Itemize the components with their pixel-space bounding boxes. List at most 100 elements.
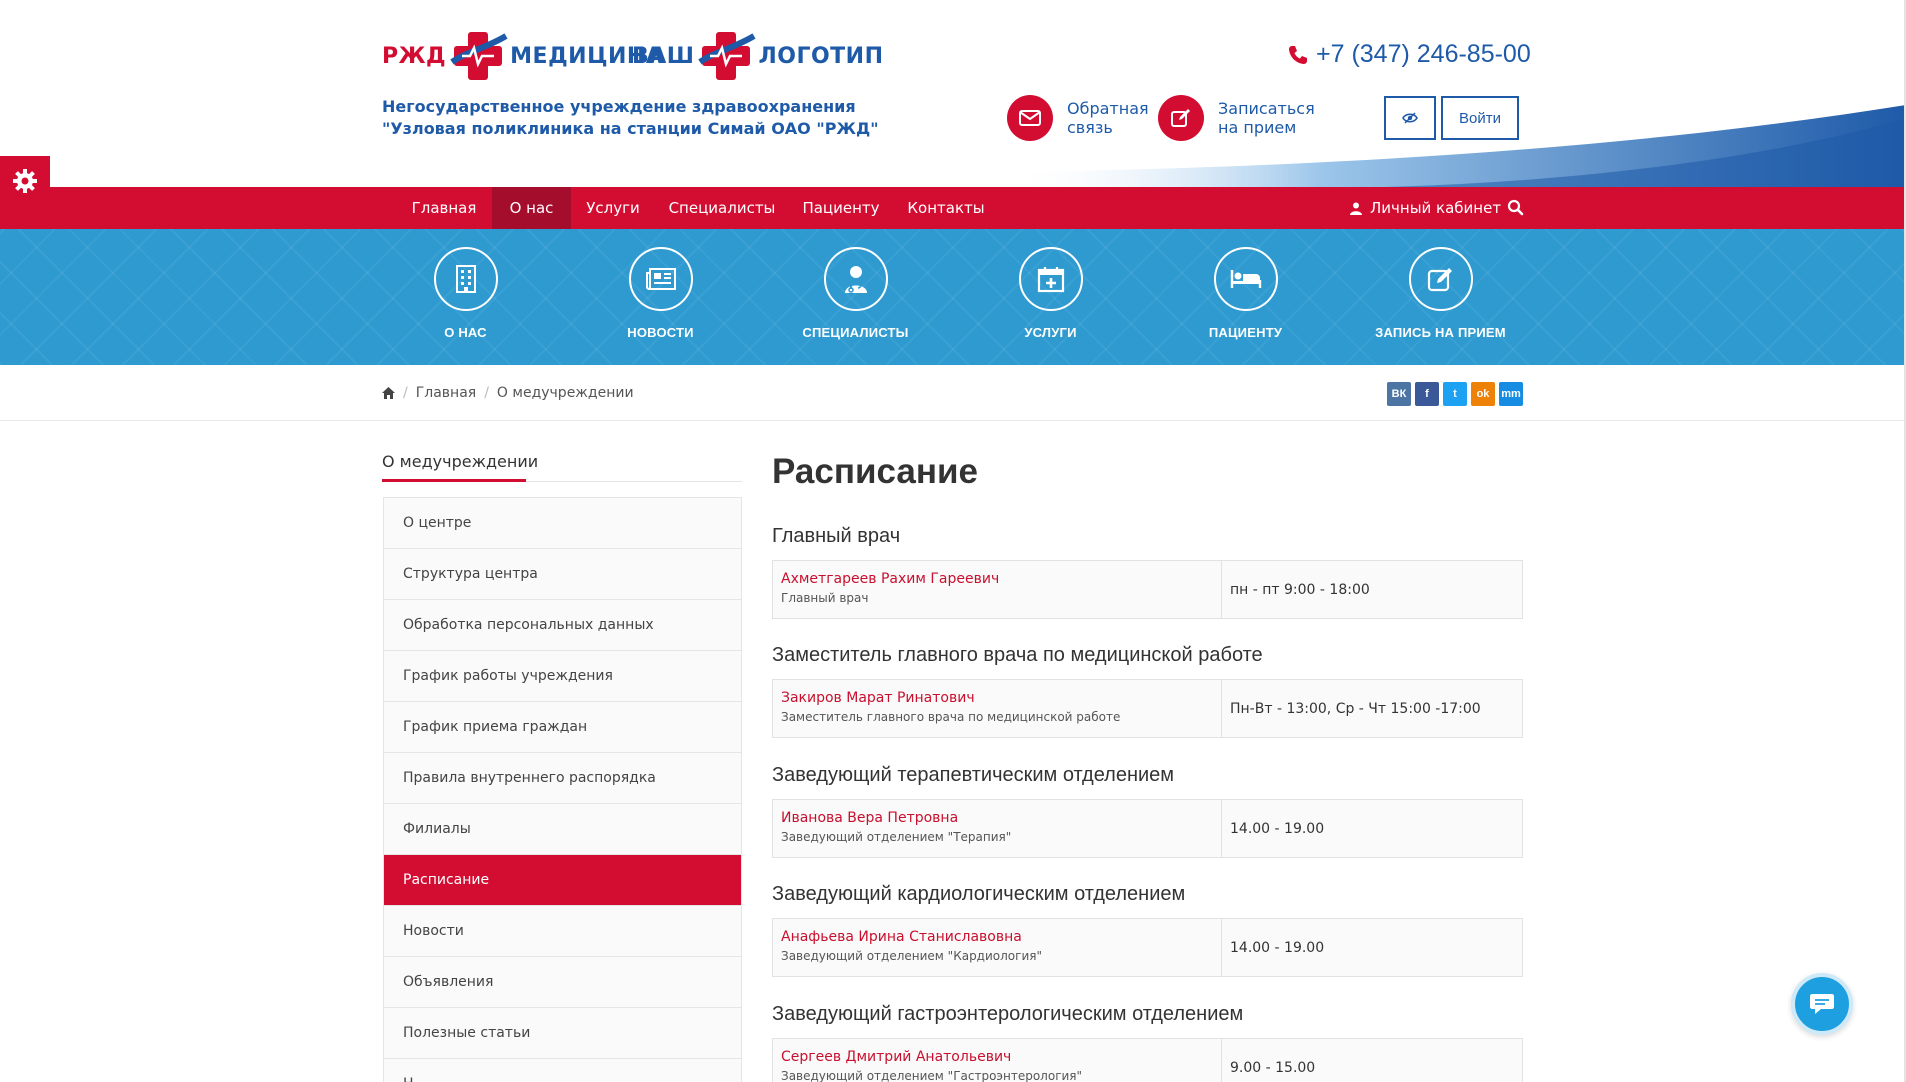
schedule-time: 14.00 - 19.00	[1230, 820, 1325, 837]
organization-name: Негосударственное учреждение здравоохран…	[382, 97, 879, 138]
person-cell: Иванова Вера Петровна Заведующий отделен…	[773, 800, 1222, 857]
schedule-section: Главный врач Ахметгареев Рахим Гареевич …	[772, 522, 1523, 619]
table-row: Сергеев Дмитрий Анатольевич Заведующий о…	[772, 1038, 1523, 1082]
sidebar-item-structure[interactable]: Структура центра	[384, 549, 741, 600]
sidebar-item-about-center[interactable]: О центре	[384, 498, 741, 549]
chat-widget-button[interactable]	[1791, 973, 1853, 1035]
sidebar-item-more[interactable]: Н	[384, 1059, 741, 1082]
schedule-time: 14.00 - 19.00	[1230, 939, 1325, 956]
login-button[interactable]: Войти	[1441, 96, 1519, 140]
table-row: Закиров Марат Ринатович Заместитель глав…	[772, 679, 1523, 738]
sidebar-item-branches[interactable]: Филиалы	[384, 804, 741, 855]
sidebar-item-articles[interactable]: Полезные статьи	[384, 1008, 741, 1059]
page-title: Расписание	[772, 452, 978, 491]
breadcrumb-separator: /	[484, 385, 489, 401]
rzd-medicine-logo[interactable]: РЖД МЕДИЦИНА	[382, 26, 663, 86]
logo2-text-left: ВАШ	[632, 43, 695, 69]
building-icon	[433, 247, 498, 311]
eye-icon	[1402, 112, 1418, 124]
person-cell: Сергеев Дмитрий Анатольевич Заведующий о…	[773, 1039, 1222, 1082]
header-swoosh-decoration	[1006, 105, 1906, 187]
vk-share-icon[interactable]: ВК	[1387, 382, 1411, 406]
quick-link-label: ЗАПИСЬ НА ПРИЕМ	[1375, 325, 1506, 340]
edit-icon	[1408, 247, 1473, 311]
section-heading: Заведующий гастроэнтерологическим отделе…	[772, 1003, 1244, 1025]
calendar-plus-icon	[1018, 247, 1083, 311]
sidebar-item-announcements[interactable]: Объявления	[384, 957, 741, 1008]
sidebar-item-reception-schedule[interactable]: График приема граждан	[384, 702, 741, 753]
schedule-time: Пн-Вт - 13:00, Ср - Чт 15:00 -17:00	[1230, 700, 1481, 717]
table-row: Ахметгареев Рахим Гареевич Главный врач …	[772, 560, 1523, 619]
odnoklassniki-share-icon[interactable]: ok	[1471, 382, 1495, 406]
sidebar-item-work-schedule[interactable]: График работы учреждения	[384, 651, 741, 702]
quick-link-patient[interactable]: ПАЦИЕНТУ	[1148, 247, 1343, 340]
envelope-icon	[1007, 95, 1053, 141]
breadcrumb: / Главная / О медучреждении	[382, 365, 634, 421]
sidebar-title: О медучреждении	[382, 452, 539, 471]
phone-icon	[1289, 45, 1307, 64]
doctor-icon	[823, 247, 888, 311]
quick-link-label: УСЛУГИ	[1024, 325, 1077, 340]
nav-item-patient[interactable]: Пациенту	[794, 187, 888, 229]
doctor-name-link[interactable]: Ахметгареев Рахим Гареевич	[781, 570, 1213, 588]
sidebar-item-internal-rules[interactable]: Правила внутреннего распорядка	[384, 753, 741, 804]
logo2-text-right: ЛОГОТИП	[758, 43, 884, 69]
edit-icon	[1158, 95, 1204, 141]
doctor-name-link[interactable]: Закиров Марат Ринатович	[781, 689, 1213, 707]
section-heading: Заведующий кардиологическим отделением	[772, 883, 1186, 905]
sidebar-item-schedule[interactable]: Расписание	[384, 855, 741, 906]
quick-link-about[interactable]: О НАС	[368, 247, 563, 340]
breadcrumb-current: О медучреждении	[496, 385, 634, 401]
quick-link-label: СПЕЦИАЛИСТЫ	[802, 325, 909, 340]
social-share-buttons: ВК f t ok mm	[1387, 382, 1523, 406]
quick-link-label: НОВОСТИ	[627, 325, 694, 340]
person-cell: Ахметгареев Рахим Гареевич Главный врач	[773, 561, 1222, 618]
table-row: Иванова Вера Петровна Заведующий отделен…	[772, 799, 1523, 858]
doctor-position: Главный врач	[781, 591, 869, 605]
breadcrumb-home-link[interactable]: Главная	[416, 385, 476, 401]
nav-item-services[interactable]: Услуги	[576, 187, 650, 229]
nav-item-contacts[interactable]: Контакты	[893, 187, 999, 229]
sidebar-item-personal-data[interactable]: Обработка персональных данных	[384, 600, 741, 651]
logo-text-left: РЖД	[382, 43, 447, 69]
quick-link-specialists[interactable]: СПЕЦИАЛИСТЫ	[758, 247, 953, 340]
moimir-share-icon[interactable]: mm	[1499, 382, 1523, 406]
your-logo-placeholder[interactable]: ВАШ ЛОГОТИП	[632, 26, 884, 86]
search-icon[interactable]	[1506, 198, 1526, 218]
quick-link-services[interactable]: УСЛУГИ	[953, 247, 1148, 340]
phone-number[interactable]: +7 (347) 246-85-00	[1288, 40, 1531, 69]
main-navigation: Главная О нас Услуги Специалисты Пациент…	[0, 187, 1906, 229]
schedule-time: 9.00 - 15.00	[1230, 1059, 1316, 1076]
doctor-position: Заведующий отделением "Терапия"	[781, 830, 1012, 844]
schedule-time: пн - пт 9:00 - 18:00	[1230, 581, 1370, 598]
cabinet-label: Личный кабинет	[1370, 199, 1502, 217]
appointment-link[interactable]: Записаться на прием	[1158, 95, 1315, 141]
breadcrumb-bar: / Главная / О медучреждении ВК f t ok mm	[0, 365, 1906, 421]
person-cell: Закиров Марат Ринатович Заместитель глав…	[773, 680, 1222, 737]
sidebar-title-underline	[382, 479, 526, 482]
schedule-section: Заведующий гастроэнтерологическим отделе…	[772, 1000, 1523, 1082]
schedule-section: Заведующий терапевтическим отделением Ив…	[772, 761, 1523, 858]
schedule-section: Заведующий кардиологическим отделением А…	[772, 880, 1523, 977]
low-vision-button[interactable]	[1384, 96, 1436, 140]
sidebar-menu: О центре Структура центра Обработка перс…	[383, 497, 742, 1082]
nav-item-about[interactable]: О нас	[492, 187, 571, 229]
home-icon[interactable]	[382, 387, 395, 399]
nav-item-specialists[interactable]: Специалисты	[655, 187, 789, 229]
quick-link-appointment[interactable]: ЗАПИСЬ НА ПРИЕМ	[1343, 247, 1538, 340]
nav-item-home[interactable]: Главная	[401, 187, 487, 229]
doctor-name-link[interactable]: Сергеев Дмитрий Анатольевич	[781, 1048, 1213, 1066]
section-heading: Заведующий терапевтическим отделением	[772, 764, 1175, 786]
quick-links-band: О НАС НОВОСТИ СПЕЦИАЛИСТЫ УСЛУГИ ПАЦИЕНТ…	[0, 229, 1906, 365]
quick-link-news[interactable]: НОВОСТИ	[563, 247, 758, 340]
settings-panel-toggle[interactable]	[0, 156, 50, 206]
facebook-share-icon[interactable]: f	[1415, 382, 1439, 406]
user-icon	[1350, 202, 1362, 215]
doctor-name-link[interactable]: Иванова Вера Петровна	[781, 809, 1213, 827]
newspaper-icon	[628, 247, 693, 311]
personal-cabinet-link[interactable]: Личный кабинет	[1350, 187, 1501, 229]
twitter-share-icon[interactable]: t	[1443, 382, 1467, 406]
feedback-link[interactable]: Обратная связь	[1007, 95, 1162, 141]
sidebar-item-news[interactable]: Новости	[384, 906, 741, 957]
doctor-name-link[interactable]: Анафьева Ирина Станиславовна	[781, 928, 1213, 946]
